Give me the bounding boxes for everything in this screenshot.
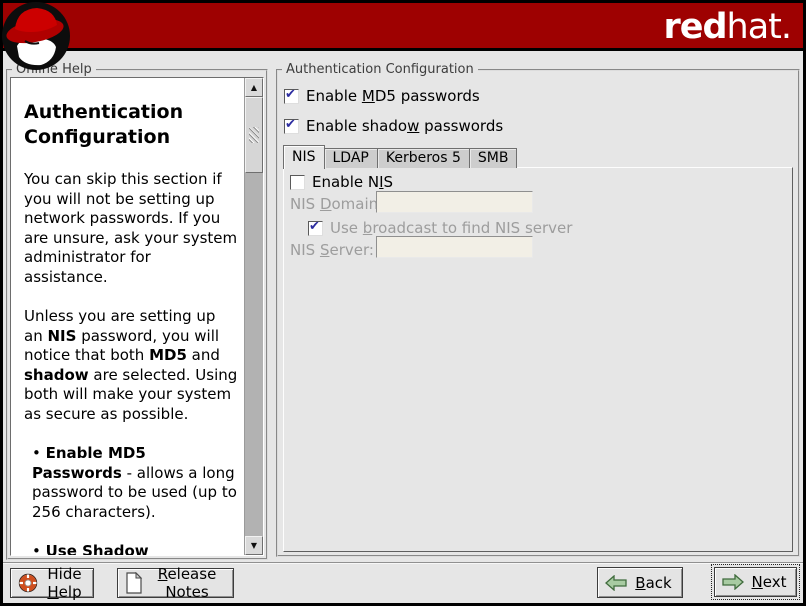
wordmark-red: red [663, 7, 726, 47]
enable-md5-checkbox[interactable]: ✔ [284, 89, 299, 104]
checkmark-icon: ✔ [285, 87, 296, 102]
scrollbar-thumb[interactable] [245, 97, 263, 173]
enable-shadow-row: ✔ Enable shadow passwords [284, 117, 503, 135]
tab-nis[interactable]: NIS [283, 145, 325, 169]
auth-config-frame-label: Authentication Configuration [282, 62, 478, 77]
checkmark-icon: ✔ [285, 117, 296, 132]
release-notes-button[interactable]: Release Notes [117, 568, 234, 598]
help-viewport: Authentication Configuration You can ski… [10, 77, 264, 556]
next-label: Next [749, 573, 789, 591]
scroll-down-icon: ▼ [251, 542, 257, 550]
auth-config-frame: Authentication Configuration ✔ Enable MD… [276, 69, 800, 557]
help-bullet-2: • Use Shadow Passwords - provides a very… [24, 542, 238, 555]
back-button[interactable]: Back [597, 567, 683, 598]
scroll-up-button[interactable]: ▲ [245, 78, 263, 97]
nis-server-label: NIS Server: [290, 241, 370, 259]
release-notes-label: Release Notes [148, 565, 226, 601]
nis-broadcast-checkbox: ✔ [308, 221, 323, 236]
tab-kerberos5[interactable]: Kerberos 5 [377, 148, 470, 168]
next-button-focus-ring: Next [711, 564, 800, 600]
nis-broadcast-label: Use broadcast to find NIS server [330, 219, 572, 237]
content-area: Online Help Authentication Configuration… [3, 51, 803, 603]
auth-tabs: NIS LDAP Kerberos 5 SMB [283, 144, 516, 168]
redhat-wordmark: redhat. [663, 5, 791, 49]
life-buoy-icon [18, 573, 38, 593]
nis-broadcast-row: ✔ Use broadcast to find NIS server [308, 219, 572, 237]
nis-domain-input [376, 191, 533, 213]
help-paragraph-2: Unless you are setting up an NIS passwor… [24, 307, 238, 424]
online-help-frame: Online Help Authentication Configuration… [6, 69, 268, 560]
scroll-down-button[interactable]: ▼ [245, 536, 263, 555]
nis-domain-label: NIS Domain: [290, 195, 370, 213]
header-banner: redhat. [3, 3, 803, 48]
enable-shadow-checkbox[interactable]: ✔ [284, 119, 299, 134]
enable-md5-label[interactable]: Enable MD5 passwords [306, 87, 480, 105]
document-icon [125, 572, 143, 594]
checkmark-icon: ✔ [309, 219, 320, 234]
hide-help-button[interactable]: Hide Help [10, 568, 94, 598]
wordmark-hat: hat. [727, 7, 791, 47]
enable-nis-checkbox[interactable] [290, 175, 305, 190]
arrow-right-icon [722, 574, 744, 590]
redhat-shadowman-logo [1, 1, 71, 71]
help-paragraph-1: You can skip this section if you will no… [24, 170, 238, 287]
enable-nis-label[interactable]: Enable NIS [312, 173, 393, 191]
tab-smb[interactable]: SMB [469, 148, 518, 168]
next-button[interactable]: Next [714, 567, 797, 597]
installer-window: redhat. Online Help Authentication Confi… [0, 0, 806, 606]
arrow-left-icon [605, 575, 627, 591]
enable-nis-row: Enable NIS [290, 173, 393, 191]
footer-separator [3, 562, 803, 564]
help-scrollbar[interactable]: ▲ ▼ [244, 78, 263, 555]
enable-md5-row: ✔ Enable MD5 passwords [284, 87, 480, 105]
scroll-up-icon: ▲ [251, 84, 257, 92]
enable-shadow-label[interactable]: Enable shadow passwords [306, 117, 503, 135]
tab-ldap[interactable]: LDAP [324, 148, 378, 168]
hide-help-label: Hide Help [43, 565, 86, 601]
nis-tab-panel: Enable NIS NIS Domain: ✔ Use broadcast t… [283, 167, 793, 552]
back-label: Back [632, 574, 675, 592]
help-text: Authentication Configuration You can ski… [11, 78, 244, 555]
scrollbar-grip [249, 127, 259, 143]
help-bullet-1: • Enable MD5 Passwords - allows a long p… [24, 444, 238, 522]
help-title: Authentication Configuration [24, 100, 238, 150]
nis-server-input [376, 236, 533, 258]
